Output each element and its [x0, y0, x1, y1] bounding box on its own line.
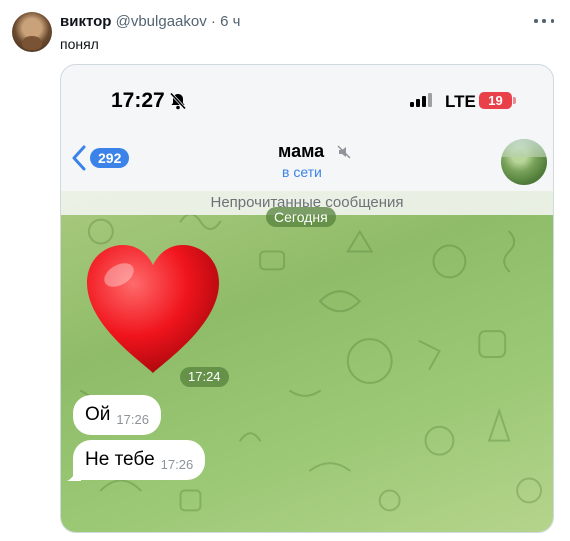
separator-dot: ·: [210, 13, 216, 30]
signal-bars-icon: [410, 93, 432, 107]
message-time: 17:26: [116, 411, 149, 427]
chat-messages-area[interactable]: Непрочитанные сообщения Сегодня 17:24 Ой…: [61, 191, 553, 532]
phone-status-bar: 17:27 LTE 19: [61, 65, 553, 133]
author-name[interactable]: виктор: [60, 13, 111, 30]
bubble-tail: [67, 469, 81, 481]
chat-title[interactable]: мама: [278, 141, 324, 162]
sticker-timestamp: 17:24: [180, 367, 229, 387]
attached-screenshot[interactable]: 17:27 LTE 19 292 мама в сети Непрочитанн…: [60, 64, 554, 533]
tweet-text: понял: [60, 36, 99, 52]
muted-icon: [337, 145, 351, 159]
message-bubble[interactable]: Ой 17:26: [73, 395, 161, 435]
bell-slash-icon: [169, 92, 187, 110]
date-divider: Сегодня: [266, 207, 336, 227]
author-handle[interactable]: @vbulgaakov: [116, 13, 207, 30]
message-text: Ой: [85, 404, 111, 425]
message-time: 17:26: [160, 456, 194, 472]
tweet-time[interactable]: 6 ч: [220, 13, 240, 30]
more-options-icon[interactable]: [534, 11, 554, 31]
red-heart-sticker[interactable]: [83, 243, 223, 379]
chat-online-status: в сети: [282, 164, 322, 180]
back-unread-count[interactable]: 292: [90, 148, 130, 168]
battery-indicator: 19: [479, 92, 516, 109]
network-type: LTE: [445, 92, 476, 111]
chat-avatar[interactable]: [501, 139, 547, 185]
chevron-left-icon[interactable]: [71, 145, 87, 171]
message-text: Не тебе: [85, 449, 155, 470]
chat-header: 292 мама в сети: [61, 133, 553, 191]
status-time: 17:27: [111, 89, 165, 112]
tweet-author-avatar[interactable]: [12, 12, 52, 52]
message-bubble[interactable]: Не тебе 17:26: [73, 440, 206, 480]
tweet-header: виктор @vbulgaakov · 6 ч: [60, 13, 240, 30]
